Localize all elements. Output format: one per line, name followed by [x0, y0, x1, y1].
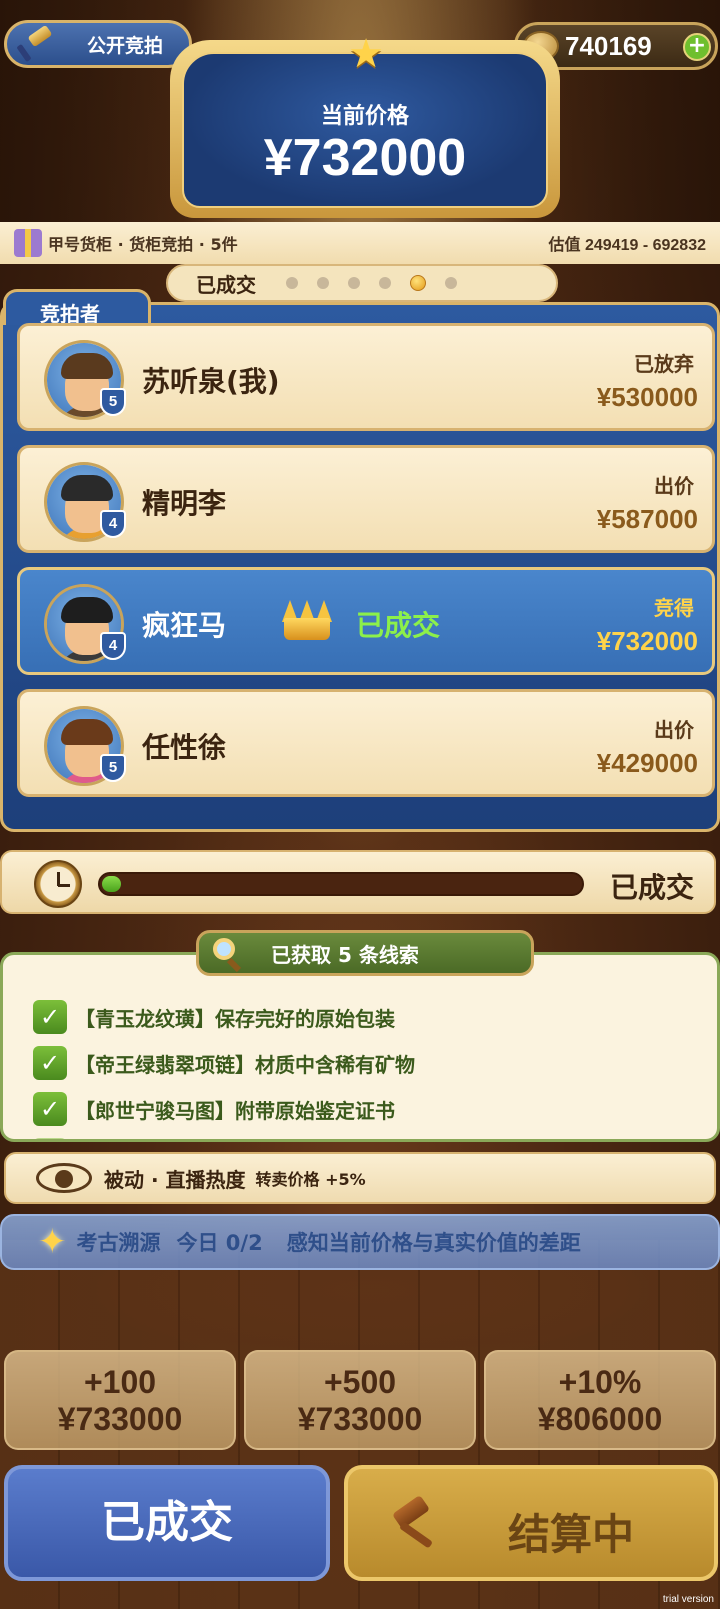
current-price-value: ¥732000 [263, 129, 467, 187]
bidder-status: 竞得 [654, 596, 694, 620]
coin-value: 740169 [565, 30, 652, 61]
quick-bid-increment: +500 [323, 1364, 397, 1400]
passive-skill-bar: 被动 · 直播热度 转卖价格 +5% [4, 1152, 716, 1204]
auction-status-pill: 已成交 [166, 264, 558, 302]
clock-icon [34, 860, 82, 908]
bidder-bid: ¥587000 [596, 504, 698, 534]
bidder-status: 出价 [654, 474, 694, 498]
passive-effect: 转卖价格 +5% [255, 1170, 366, 1189]
round-dot [445, 277, 457, 289]
round-dot [348, 277, 360, 289]
auction-status-label: 已成交 [196, 272, 256, 297]
timer-bar: 已成交 [0, 850, 716, 914]
bidder-status: 已放弃 [634, 352, 694, 376]
lot-description: 甲号货柜 · 货柜竞拍 · 5件 [48, 235, 238, 254]
current-price-label: 当前价格 [320, 104, 409, 129]
gavel-icon [16, 24, 55, 63]
bidder-name: 苏听泉(我) [142, 365, 280, 398]
clue-text: 【帝王绿翡翠项链】材质中含稀有矿物 [75, 1052, 415, 1077]
current-price-panel: ★ 当前价格 ¥732000 [170, 34, 560, 218]
bidder-status: 出价 [654, 718, 694, 742]
archaeology-skill-button[interactable]: ✦ 考古溯源 今日 0/2 感知当前价格与真实价值的差距 [0, 1214, 720, 1270]
archaeology-title: 考古溯源 [76, 1231, 161, 1255]
settling-button[interactable]: 结算中 [344, 1465, 718, 1581]
round-indicator-dots [286, 275, 476, 291]
quick-bid-button-100[interactable]: +100 ¥733000 [4, 1350, 236, 1450]
bidder-card[interactable]: 4 疯狂马 已成交 竞得 ¥732000 [17, 567, 715, 675]
quick-bid-increment: +100 [83, 1364, 157, 1400]
level-badge: 5 [100, 754, 126, 782]
round-dot [410, 275, 426, 291]
magnifier-icon [211, 936, 245, 973]
checkbox-checked-icon: ✓ [33, 1046, 67, 1080]
star-icon: ★ [348, 31, 384, 77]
bidder-card[interactable]: 5 苏听泉(我) 已放弃 ¥530000 [17, 323, 715, 431]
level-badge: 4 [100, 510, 126, 538]
clue-item-partial: ✓ [33, 1135, 75, 1139]
clue-text: 【青玉龙纹璜】保存完好的原始包装 [75, 1006, 395, 1031]
valuation-range: 估值 249419 - 692832 [548, 237, 706, 254]
add-coins-button[interactable]: + [683, 33, 711, 61]
quick-bid-price: ¥733000 [57, 1401, 183, 1437]
checkbox-checked-icon: ✓ [33, 1000, 67, 1034]
round-dot [286, 277, 298, 289]
bidder-card[interactable]: 4 精明李 出价 ¥587000 [17, 445, 715, 553]
timer-progress-fill [102, 876, 121, 892]
round-dot [379, 277, 391, 289]
bidder-bid: ¥732000 [596, 626, 698, 656]
bidders-tab: 竞拍者 [3, 289, 151, 326]
settling-label: 结算中 [508, 1510, 635, 1559]
clue-text: 【郎世宁骏马图】附带原始鉴定证书 [75, 1098, 395, 1123]
bidder-bid: ¥429000 [596, 748, 698, 778]
checkbox-checked-icon: ✓ [33, 1138, 67, 1139]
clue-item: ✓ 【青玉龙纹璜】保存完好的原始包装 [33, 997, 395, 1037]
timer-status: 已成交 [609, 871, 694, 904]
quick-bid-price: ¥806000 [537, 1401, 663, 1437]
checkbox-checked-icon: ✓ [33, 1092, 67, 1126]
trial-watermark: trial version [662, 1594, 714, 1605]
archaeology-count: 今日 0/2 [176, 1231, 263, 1255]
passive-label: 被动 · 直播热度 [104, 1167, 246, 1192]
bidder-name: 精明李 [142, 487, 227, 520]
clues-header: 已获取 5 条线索 [196, 930, 534, 976]
timer-progress-track [98, 872, 584, 896]
public-auction-label: 公开竞拍 [87, 34, 164, 57]
clue-item: ✓ 【郎世宁骏马图】附带原始鉴定证书 [33, 1089, 395, 1129]
deal-done-text: 已成交 [356, 609, 441, 642]
level-badge: 5 [100, 388, 126, 416]
level-badge: 4 [100, 632, 126, 660]
round-dot [317, 277, 329, 289]
deal-done-button[interactable]: 已成交 [4, 1465, 330, 1581]
clues-list[interactable]: ✓ 【青玉龙纹璜】保存完好的原始包装 ✓ 【帝王绿翡翠项链】材质中含稀有矿物 ✓ 【郎世宁… [0, 952, 720, 1142]
gavel-icon [388, 1494, 448, 1555]
quick-bid-button-10pct[interactable]: +10% ¥806000 [484, 1350, 716, 1450]
sparkle-icon: ✦ [38, 1222, 67, 1262]
public-auction-button[interactable]: 公开竞拍 [4, 20, 192, 68]
eye-icon [36, 1163, 92, 1193]
clue-item: ✓ 【帝王绿翡翠项链】材质中含稀有矿物 [33, 1043, 415, 1083]
auction-info-bar: 甲号货柜 · 货柜竞拍 · 5件 估值 249419 - 692832 [0, 222, 720, 264]
quick-bid-increment: +10% [558, 1364, 642, 1400]
bidder-name: 任性徐 [142, 731, 227, 764]
quick-bid-button-500[interactable]: +500 ¥733000 [244, 1350, 476, 1450]
crown-icon [282, 600, 332, 642]
bidder-name: 疯狂马 [142, 609, 227, 642]
quick-bid-price: ¥733000 [297, 1401, 423, 1437]
bidder-card[interactable]: 5 任性徐 出价 ¥429000 [17, 689, 715, 797]
bidders-panel: 竞拍者 5 苏听泉(我) 已放弃 ¥530000 4 精明李 出价 ¥587000 4 疯狂马 已成… [0, 289, 720, 832]
archaeology-description: 感知当前价格与真实价值的差距 [286, 1231, 581, 1255]
bidder-bid: ¥530000 [596, 382, 698, 412]
gift-box-icon [14, 229, 42, 257]
clues-count: 已获取 5 条线索 [271, 942, 419, 967]
